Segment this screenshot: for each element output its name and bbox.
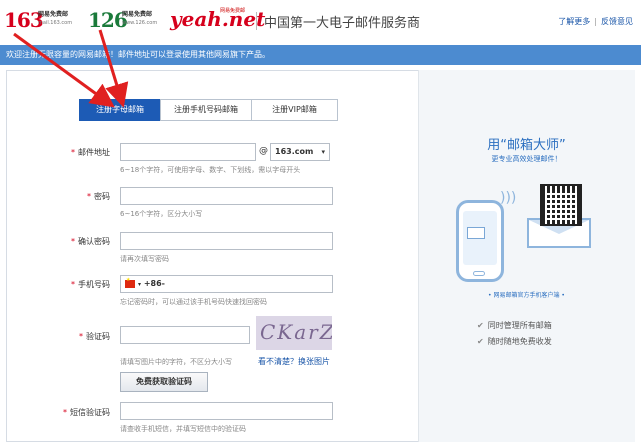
email-label: * 邮件地址 [71,148,110,157]
captcha-hint: 请填写图片中的字符，不区分大小写 [120,358,232,366]
wifi-signal-icon: ))) [500,190,517,206]
register-tabs: 注册字母邮箱 注册手机号码邮箱 注册VIP邮箱 [79,99,338,121]
check-icon: ✔ [477,321,484,330]
password-hint: 6~16个字符，区分大小写 [120,210,203,218]
envelope-icon [467,227,485,239]
feature-item: ✔ 随时随地免费收发 [477,337,552,346]
promo-subtitle: 更专业高效处理邮件！ [491,155,562,163]
header-links: 了解更多 | 反馈意见 [558,17,633,26]
logo-yeah[interactable]: yeah.net 网易免费邮 [170,7,265,31]
captcha-image[interactable]: CKarZB [256,316,332,350]
promo-panel [418,70,635,442]
password-label: * 密码 [87,192,110,201]
logo-163-number: 163 [4,8,44,32]
phone-prefix: ▾ +86- [138,279,165,288]
captcha-text: CKarZB [260,320,332,344]
domain-select[interactable]: 163.com ▾ [270,143,330,161]
confirm-password-label: * 确认密码 [71,237,110,246]
at-symbol: @ [259,146,268,156]
phone-hint: 忘记密码时，可以通过该手机号码快速找回密码 [120,298,267,306]
learn-more-link[interactable]: 了解更多 [558,17,590,26]
logo-126-number: 126 [88,8,128,32]
chevron-down-icon: ▾ [321,148,325,156]
logo-163-name: 网易免费邮 [38,11,69,18]
tab-phone-email[interactable]: 注册手机号码邮箱 [160,99,252,121]
feedback-link[interactable]: 反馈意见 [601,17,633,26]
logo-126-domain: www.126.com [122,20,158,26]
promo-footer: • 网易邮箱官方手机客户端 • [488,292,565,299]
phone-label: * 手机号码 [71,280,110,289]
promo-title: 用“邮箱大师” [487,138,566,153]
tab-vip-email[interactable]: 注册VIP邮箱 [251,99,338,121]
header: 163 网易免费邮 mail.163.com 126 网易免费邮 www.126… [0,0,641,42]
china-flag-icon[interactable] [125,277,135,288]
logo-126-name: 网易免费邮 [122,11,153,18]
logo-163-domain: mail.163.com [38,20,73,26]
logo-yeah-tag: 网易免费邮 [220,8,246,14]
email-input[interactable] [120,143,256,161]
phone-input[interactable]: ▾ +86- [120,275,333,293]
refresh-captcha-link[interactable]: 看不清楚？换张图片 [258,356,330,367]
email-hint: 6~18个字符，可使用字母、数字、下划线，需以字母开头 [120,166,301,174]
tab-letter-email[interactable]: 注册字母邮箱 [79,99,161,121]
confirm-password-hint: 请再次填写密码 [120,255,169,263]
get-sms-code-button[interactable]: 免费获取验证码 [120,372,208,392]
confirm-password-input[interactable] [120,232,333,250]
qr-code-icon[interactable] [540,184,582,226]
logo-yeah-text: yeah.net [170,7,266,31]
sms-code-hint: 请查收手机短信，并填写短信中的验证码 [120,425,246,433]
domain-value: 163.com [275,147,314,156]
logo-126[interactable]: 126 网易免费邮 www.126.com [88,8,157,32]
notice-bar: 欢迎注册无限容量的网易邮箱！邮件地址可以登录使用其他网易旗下产品。 [0,45,641,65]
sms-code-label: * 短信验证码 [63,408,110,417]
password-input[interactable] [120,187,333,205]
smartphone-icon [456,200,504,282]
sms-code-input[interactable] [120,402,333,420]
logo-163[interactable]: 163 网易免费邮 mail.163.com [4,8,72,32]
header-slogan: 中国第一大电子邮件服务商 [264,16,421,31]
check-icon: ✔ [477,337,484,346]
captcha-label: * 验证码 [79,332,110,341]
feature-item: ✔ 同时管理所有邮箱 [477,321,552,330]
header-divider [256,12,257,30]
captcha-input[interactable] [120,326,250,344]
